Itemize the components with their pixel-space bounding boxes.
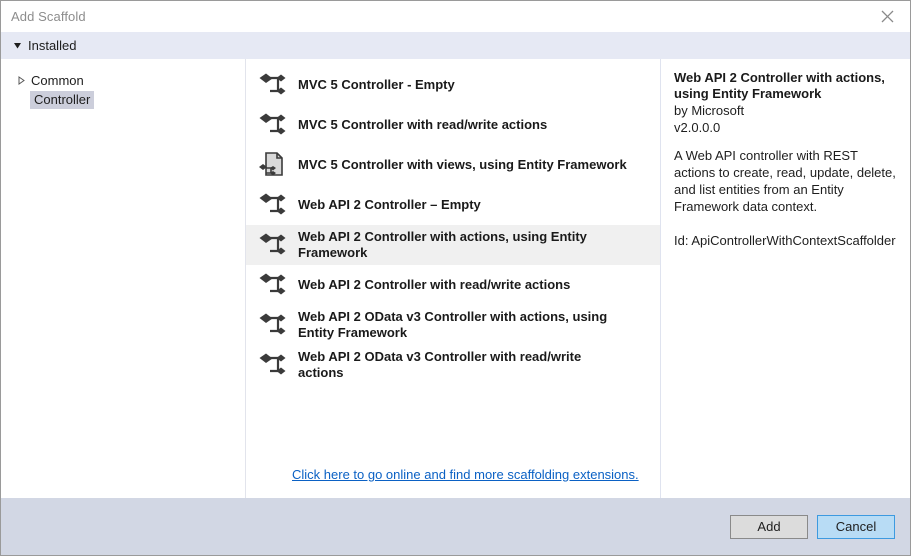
installed-label: Installed [28,38,77,53]
list-item-label: Web API 2 OData v3 Controller with actio… [298,309,608,340]
list-item[interactable]: Web API 2 OData v3 Controller with read/… [246,345,660,385]
list-item-label: MVC 5 Controller with views, using Entit… [298,157,627,172]
list-item-label: Web API 2 OData v3 Controller with read/… [298,349,582,380]
list-item-selected[interactable]: Web API 2 Controller with actions, using… [246,225,660,265]
scaffold-branch-icon [256,228,290,262]
tree-item-common[interactable]: Common [1,71,245,90]
list-item[interactable]: Web API 2 OData v3 Controller with actio… [246,305,660,345]
scaffold-branch-icon [256,68,290,102]
triangle-right-icon[interactable] [15,75,27,87]
list-item-label: Web API 2 Controller – Empty [298,197,481,212]
list-item-label: MVC 5 Controller - Empty [298,77,455,92]
scaffold-branch-icon [256,268,290,302]
close-button[interactable] [865,1,910,32]
dialog-title: Add Scaffold [11,9,86,24]
add-button[interactable]: Add [730,514,808,539]
add-scaffold-dialog: Add Scaffold Installed Common Controller… [0,0,911,556]
tree-item-controller[interactable]: Controller [1,90,245,109]
list-item[interactable]: Web API 2 Controller – Empty [246,185,660,225]
dialog-footer: Add Cancel [1,498,910,555]
installed-section-header[interactable]: Installed [1,32,910,59]
category-tree-pane: Common Controller [1,59,246,498]
details-description: A Web API controller with REST actions t… [674,148,896,214]
list-item-label: Web API 2 Controller with read/write act… [298,277,571,292]
list-item[interactable]: MVC 5 Controller with views, using Entit… [246,145,660,185]
scaffold-branch-icon [256,348,290,382]
list-item[interactable]: MVC 5 Controller - Empty [246,65,660,105]
scaffold-branch-icon [256,188,290,222]
list-item[interactable]: MVC 5 Controller with read/write actions [246,105,660,145]
list-item[interactable]: Web API 2 Controller with read/write act… [246,265,660,305]
list-item-label: Web API 2 Controller with actions, using… [298,229,587,260]
dialog-body: Common Controller MVC 5 Controller - Emp… [1,59,910,498]
scaffold-document-branch-icon [256,148,290,182]
scaffold-list: MVC 5 Controller - Empty MVC 5 Controlle… [246,59,660,385]
details-author: by Microsoft [674,103,745,118]
cancel-button[interactable]: Cancel [817,514,895,539]
scaffold-branch-icon [256,308,290,342]
more-scaffolding-extensions-link[interactable]: Click here to go online and find more sc… [292,467,639,482]
list-item-label: MVC 5 Controller with read/write actions [298,117,548,132]
tree-item-label: Common [31,73,84,88]
details-title: Web API 2 Controller with actions, using… [674,70,885,101]
details-id: Id: ApiControllerWithContextScaffolder [674,233,896,248]
details-version: v2.0.0.0 [674,120,721,135]
scaffold-branch-icon [256,108,290,142]
details-pane: Web API 2 Controller with actions, using… [661,59,910,498]
scaffold-list-pane: MVC 5 Controller - Empty MVC 5 Controlle… [246,59,661,498]
triangle-down-icon [12,40,23,51]
close-icon [881,10,894,23]
more-extensions-link-wrap: Click here to go online and find more sc… [246,466,660,498]
tree-item-label: Controller [30,90,95,109]
title-bar: Add Scaffold [1,1,910,32]
